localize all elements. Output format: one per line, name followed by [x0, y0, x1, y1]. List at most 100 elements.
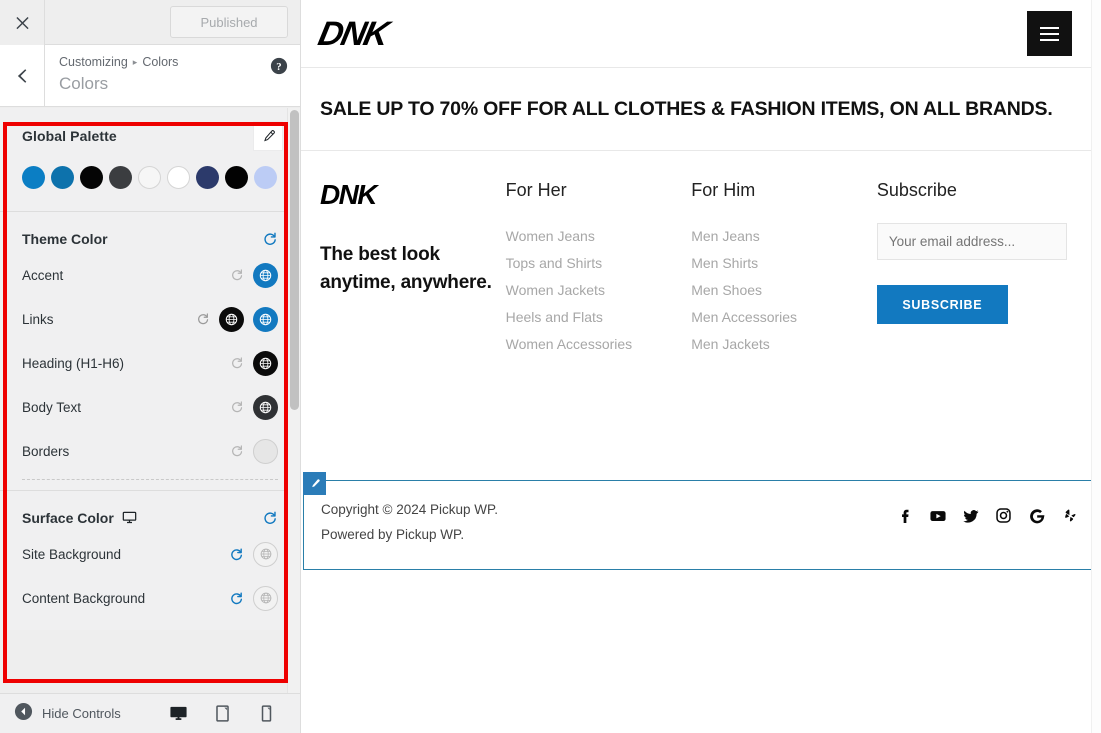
pencil-icon[interactable]	[254, 122, 282, 150]
section-header-body: Customizing ▸ Colors Colors ?	[45, 45, 300, 106]
undo-icon[interactable]	[229, 400, 244, 415]
reset-icon[interactable]	[261, 230, 278, 247]
subscribe-button[interactable]: SUBSCRIBE	[876, 285, 1008, 324]
social-instagram-icon[interactable]	[994, 506, 1013, 525]
footer-column-for-him-title: For Him	[691, 180, 756, 200]
site-background-color-button[interactable]	[253, 541, 278, 567]
subscribe-email-input[interactable]	[876, 223, 1067, 260]
content-background-color-button[interactable]	[253, 585, 278, 611]
pencil-icon[interactable]	[303, 472, 326, 495]
site-logo-text: DNK	[314, 14, 391, 53]
list-item[interactable]: Men Jeans	[691, 223, 877, 250]
hamburger-bar	[1040, 26, 1059, 29]
row-heading-label: Heading (H1-H6)	[22, 355, 125, 371]
social-facebook-icon[interactable]	[895, 506, 914, 525]
row-body-text: Body Text	[22, 385, 278, 429]
palette-swatch-3[interactable]	[80, 166, 103, 189]
list-item[interactable]: Men Shirts	[691, 250, 877, 277]
palette-swatch-9[interactable]	[254, 166, 277, 189]
collapse-left-icon	[14, 702, 33, 726]
mobile-icon[interactable]	[256, 704, 276, 724]
list-item[interactable]: Men Jackets	[691, 331, 877, 358]
site-header: DNK	[301, 0, 1101, 68]
list-item[interactable]: Women Jackets	[506, 277, 692, 304]
undo-icon[interactable]	[195, 312, 210, 327]
reset-icon[interactable]	[261, 509, 278, 526]
palette-swatch-2[interactable]	[51, 166, 74, 189]
footer-logo[interactable]: DNK	[320, 181, 506, 209]
list-item[interactable]: Heels and Flats	[506, 304, 692, 331]
row-content-background-controls	[229, 585, 278, 611]
footer-widgets: DNK The best look anytime, anywhere. For…	[301, 151, 1101, 358]
row-links-label: Links	[22, 311, 54, 327]
customizer-controls-scroll[interactable]: Global Palette Theme Color Accent Links …	[0, 108, 300, 693]
palette-swatch-1[interactable]	[22, 166, 45, 189]
site-logo[interactable]: DNK	[315, 15, 391, 53]
customizer-section-header: Customizing ▸ Colors Colors ?	[0, 45, 300, 107]
section-divider	[22, 479, 278, 480]
heading-color-button[interactable]	[253, 350, 278, 376]
footer-tagline-line1: The best look	[320, 244, 440, 265]
help-icon[interactable]: ?	[270, 57, 288, 75]
list-item[interactable]: Men Shoes	[691, 277, 877, 304]
surface-color-title: Surface Color	[22, 509, 114, 526]
surface-color-section: Surface Color Site Background Content Ba…	[0, 491, 300, 630]
social-google-icon[interactable]	[1027, 506, 1046, 525]
row-links-controls	[195, 306, 278, 332]
list-item[interactable]: Tops and Shirts	[506, 250, 692, 277]
publish-button[interactable]: Published	[170, 6, 288, 38]
undo-icon[interactable]	[229, 268, 244, 283]
palette-swatch-8[interactable]	[225, 166, 248, 189]
social-yelp-icon[interactable]	[1060, 506, 1079, 525]
breadcrumb-root[interactable]: Customizing	[59, 55, 128, 69]
hide-controls-button[interactable]: Hide Controls	[14, 702, 121, 726]
list-item[interactable]: Women Jeans	[506, 223, 692, 250]
row-heading: Heading (H1-H6)	[22, 341, 278, 385]
palette-swatch-6[interactable]	[167, 166, 190, 189]
accent-color-button[interactable]	[253, 262, 278, 288]
undo-icon[interactable]	[229, 591, 244, 606]
list-item[interactable]: Men Accessories	[691, 304, 877, 331]
surface-color-header: Surface Color	[22, 509, 278, 526]
row-content-background: Content Background	[22, 576, 278, 620]
desktop-icon[interactable]	[168, 704, 188, 724]
device-preview-switcher	[168, 704, 286, 724]
row-links: Links	[22, 297, 278, 341]
tablet-icon[interactable]	[212, 704, 232, 724]
row-body-text-controls	[229, 394, 278, 420]
row-content-background-label: Content Background	[22, 590, 146, 606]
footer-tagline: The best look anytime, anywhere.	[320, 241, 506, 297]
global-palette-section: Global Palette	[0, 108, 300, 212]
sale-banner: SALE UP TO 70% OFF FOR ALL CLOTHES & FAS…	[301, 68, 1101, 151]
palette-swatch-4[interactable]	[109, 166, 132, 189]
sidebar-scrollbar-thumb[interactable]	[290, 110, 299, 410]
borders-color-button[interactable]	[253, 438, 278, 464]
palette-swatch-5[interactable]	[138, 166, 161, 189]
row-accent-label: Accent	[22, 267, 64, 283]
palette-swatch-7[interactable]	[196, 166, 219, 189]
links-color-button-accent[interactable]	[253, 306, 278, 332]
list-item[interactable]: Women Accessories	[506, 331, 692, 358]
undo-icon[interactable]	[229, 356, 244, 371]
chevron-left-icon[interactable]	[0, 45, 45, 106]
social-links	[895, 506, 1079, 525]
close-icon[interactable]	[0, 0, 45, 45]
copyright-line-1: Copyright © 2024 Pickup WP.	[321, 502, 499, 517]
footer-column-brand: DNK The best look anytime, anywhere.	[320, 181, 506, 358]
undo-icon[interactable]	[229, 547, 244, 562]
site-preview[interactable]: DNK SALE UP TO 70% OFF FOR ALL CLOTHES &…	[301, 0, 1101, 733]
body-text-color-button[interactable]	[253, 394, 278, 420]
copyright-text: Copyright © 2024 Pickup WP. Powered by P…	[321, 497, 498, 547]
copyright-widget-highlight[interactable]: Copyright © 2024 Pickup WP. Powered by P…	[303, 472, 1097, 570]
monitor-icon	[122, 510, 137, 525]
undo-icon[interactable]	[229, 444, 244, 459]
hamburger-menu-icon[interactable]	[1027, 11, 1072, 56]
preview-scrollbar[interactable]	[1091, 0, 1101, 733]
social-youtube-icon[interactable]	[928, 506, 947, 525]
global-palette-swatches	[22, 166, 278, 189]
customizer-app: Published Customizing ▸ Colors Colors ? Gl…	[0, 0, 1101, 733]
social-twitter-icon[interactable]	[961, 506, 980, 525]
page-title: Colors	[59, 74, 109, 94]
links-color-button-dark[interactable]	[219, 306, 244, 332]
sidebar-scrollbar[interactable]	[287, 108, 300, 693]
